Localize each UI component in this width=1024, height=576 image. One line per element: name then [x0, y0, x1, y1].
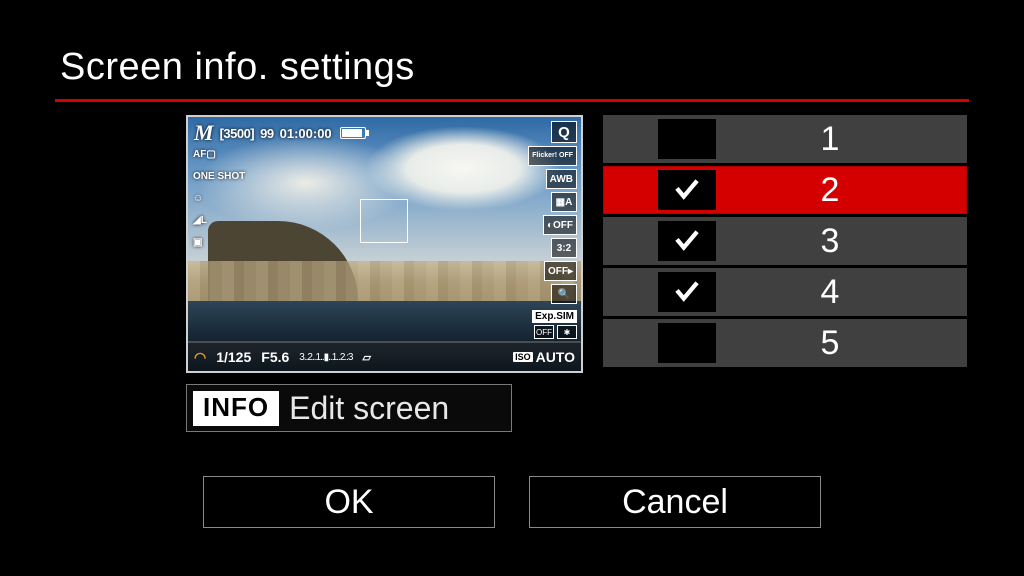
exposure-scale: 3..2..1..▮..1..2.:3 — [299, 352, 352, 363]
option-3-label: 3 — [603, 222, 967, 261]
af-point-icon — [360, 199, 408, 243]
shutter-speed: 1/125 — [216, 349, 251, 365]
page-title: Screen info. settings — [60, 46, 415, 89]
option-5-label: 5 — [603, 324, 967, 363]
wifi-icon: OFF — [534, 325, 554, 339]
info-badge: INFO — [193, 391, 279, 426]
picture-style-icon: ▦A — [551, 192, 577, 212]
option-list: 1 2 3 4 5 — [603, 115, 967, 367]
shots-bracket: [3500] — [220, 126, 255, 141]
awb-icon: AWB — [546, 169, 577, 189]
shots-remaining: 99 — [260, 126, 273, 141]
magnify-icon: 🔍 — [551, 284, 577, 304]
option-4[interactable]: 4 — [603, 268, 967, 316]
flicker-icon: Flicker! OFF — [528, 146, 577, 166]
option-4-label: 4 — [603, 273, 967, 312]
option-5[interactable]: 5 — [603, 319, 967, 367]
shooting-mode: M — [194, 120, 214, 146]
aperture: F5.6 — [261, 349, 289, 365]
option-1[interactable]: 1 — [603, 115, 967, 163]
expsim-area: Exp.SIM OFF ✱ — [532, 310, 577, 339]
preview-hud-right: Q Flicker! OFF AWB ▦A ◐OFF 3:2 OFF▸ 🔍 — [528, 121, 577, 304]
screen-preview: M [3500] 99 01:00:00 AF▢ ONE SHOT ☺ ◢L ▣… — [186, 115, 583, 373]
cancel-button[interactable]: Cancel — [529, 476, 821, 528]
bluetooth-icon: ✱ — [557, 325, 577, 339]
touch-shutter-icon: OFF▸ — [544, 261, 577, 281]
noise-reduction-icon: ◐OFF — [543, 215, 577, 235]
option-1-label: 1 — [603, 120, 967, 159]
aspect-ratio-label: 3:2 — [551, 238, 577, 258]
option-2[interactable]: 2 — [603, 166, 967, 214]
preview-hud-bottom: ◠ 1/125 F5.6 3..2..1..▮..1..2.:3 ▱ ISO A… — [188, 343, 581, 371]
ok-button[interactable]: OK — [203, 476, 495, 528]
rec-time: 01:00:00 — [280, 126, 332, 141]
button-row: OK Cancel — [0, 476, 1024, 528]
dial-icon: ◠ — [194, 349, 206, 366]
face-detect-icon: ☺ — [193, 189, 245, 207]
preview-hud-left: AF▢ ONE SHOT ☺ ◢L ▣ — [193, 145, 245, 251]
iso-badge: ISO — [513, 352, 533, 362]
q-menu-icon: Q — [551, 121, 577, 143]
edit-screen-button[interactable]: INFO Edit screen — [186, 384, 512, 432]
metering-icon: ▣ — [193, 233, 245, 251]
battery-icon — [340, 127, 366, 139]
af-mode-icon: AF▢ — [193, 145, 245, 163]
expsim-badge: Exp.SIM — [532, 310, 577, 323]
option-2-label: 2 — [603, 171, 967, 210]
quality-icon: ◢L — [193, 211, 245, 229]
preview-hud-top: M [3500] 99 01:00:00 — [194, 120, 575, 146]
flash-comp-icon: ▱ — [363, 351, 371, 364]
title-divider — [55, 99, 969, 102]
iso-value: AUTO — [536, 349, 575, 365]
edit-screen-label: Edit screen — [289, 390, 449, 427]
drive-mode-label: ONE SHOT — [193, 167, 245, 185]
option-3[interactable]: 3 — [603, 217, 967, 265]
